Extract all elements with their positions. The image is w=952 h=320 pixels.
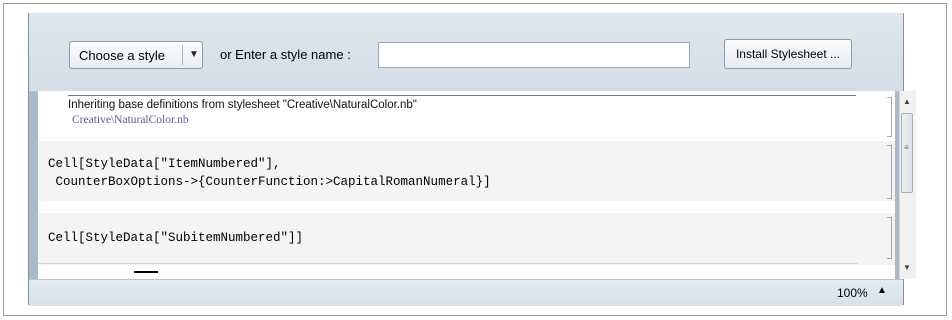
enter-style-name-label: or Enter a style name :	[220, 47, 351, 62]
stylesheet-toolbar: Choose a style ▼ or Enter a style name :…	[29, 13, 903, 92]
stylesheet-editor-window: Choose a style ▼ or Enter a style name :…	[28, 13, 916, 306]
dropdown-divider	[182, 45, 183, 65]
install-stylesheet-button[interactable]: Install Stylesheet ...	[724, 39, 852, 69]
status-bar: 100% ▲	[29, 279, 903, 306]
choose-style-button[interactable]: Choose a style ▼	[69, 41, 203, 69]
item-numbered-code-line1: Cell[StyleData["ItemNumbered"],	[48, 157, 281, 171]
text-cursor	[134, 271, 158, 273]
stylesheet-content: Inheriting base definitions from stylesh…	[38, 91, 895, 279]
chevron-down-icon[interactable]: ▼	[187, 46, 201, 64]
cell-bracket[interactable]	[887, 145, 892, 199]
cell-bracket[interactable]	[887, 217, 892, 259]
subitem-numbered-code: Cell[StyleData["SubitemNumbered"]]	[48, 231, 304, 245]
arrow-up-icon[interactable]: ▲	[899, 95, 915, 109]
cell-bracket[interactable]	[887, 97, 892, 137]
grip-icon: ≡	[904, 143, 909, 152]
zoom-level[interactable]: 100%	[837, 286, 868, 300]
item-numbered-code-line2: CounterBoxOptions->{CounterFunction:>Cap…	[48, 175, 491, 189]
inherit-stylesheet-link[interactable]: Creative\NaturalColor.nb	[72, 114, 189, 126]
arrow-up-icon[interactable]: ▲	[877, 285, 887, 296]
inherit-cell-top-line	[68, 95, 856, 96]
scrollbar-thumb[interactable]: ≡	[901, 113, 913, 193]
style-name-input[interactable]	[378, 42, 690, 68]
cell-insertion-line	[38, 263, 858, 264]
item-numbered-cell[interactable]	[38, 141, 895, 201]
choose-style-label: Choose a style	[79, 48, 165, 63]
arrow-down-icon[interactable]: ▼	[899, 261, 915, 275]
inherit-notice-text: Inheriting base definitions from stylesh…	[68, 99, 417, 111]
